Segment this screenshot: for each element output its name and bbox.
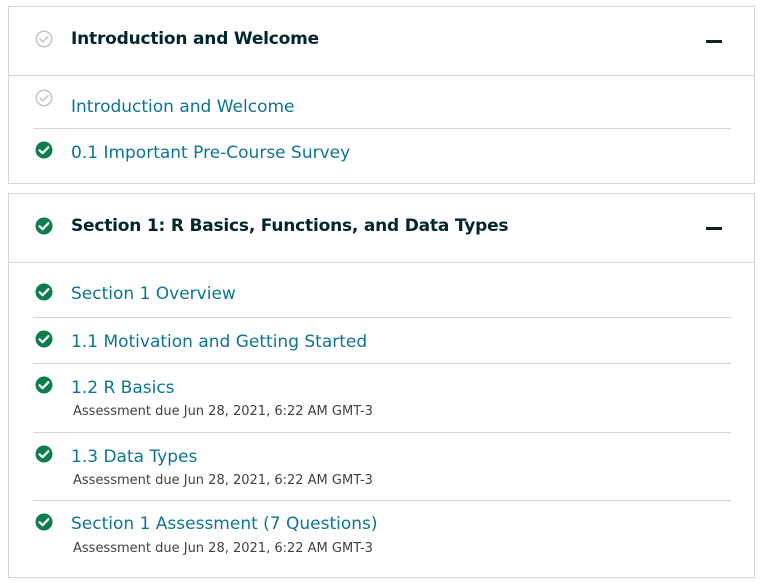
list-item[interactable]: 1.3 Data Types Assessment due Jun 28, 20… (33, 433, 731, 501)
section-header[interactable]: Section 1: R Basics, Functions, and Data… (9, 194, 754, 263)
list-item[interactable]: 1.2 R Basics Assessment due Jun 28, 2021… (33, 364, 731, 433)
unit-link[interactable]: 1.2 R Basics (71, 378, 175, 398)
minus-icon[interactable] (706, 227, 722, 230)
due-date: Assessment due Jun 28, 2021, 6:22 AM GMT… (73, 473, 373, 488)
unit-link[interactable]: 0.1 Important Pre-Course Survey (71, 143, 350, 163)
list-item[interactable]: Section 1 Overview (33, 263, 731, 318)
unit-link[interactable]: Introduction and Welcome (71, 97, 295, 117)
due-date: Assessment due Jun 28, 2021, 6:22 AM GMT… (73, 541, 373, 556)
complete-check-icon (35, 376, 53, 394)
complete-check-icon (35, 283, 53, 301)
complete-check-icon (35, 513, 53, 531)
incomplete-check-icon (35, 30, 53, 48)
course-section-1: Section 1: R Basics, Functions, and Data… (8, 193, 755, 578)
section-header[interactable]: Introduction and Welcome (9, 7, 754, 76)
unit-list: Introduction and Welcome 0.1 Important P… (33, 76, 731, 183)
unit-link[interactable]: Section 1 Overview (71, 284, 236, 304)
list-item[interactable]: 1.1 Motivation and Getting Started (33, 318, 731, 364)
list-item[interactable]: Introduction and Welcome (33, 76, 731, 129)
unit-list: Section 1 Overview 1.1 Motivation and Ge… (33, 263, 731, 569)
complete-check-icon (35, 330, 53, 348)
section-title: Introduction and Welcome (71, 29, 319, 49)
due-date: Assessment due Jun 28, 2021, 6:22 AM GMT… (73, 404, 373, 419)
minus-icon[interactable] (706, 40, 722, 43)
unit-link[interactable]: 1.1 Motivation and Getting Started (71, 332, 367, 352)
incomplete-check-icon (35, 89, 53, 107)
complete-check-icon (35, 445, 53, 463)
course-section-introduction: Introduction and Welcome Introduction an… (8, 6, 755, 184)
unit-link[interactable]: 1.3 Data Types (71, 447, 197, 467)
list-item[interactable]: Section 1 Assessment (7 Questions) Asses… (33, 501, 731, 569)
list-item[interactable]: 0.1 Important Pre-Course Survey (33, 129, 731, 183)
complete-check-icon (35, 141, 53, 159)
complete-check-icon (35, 217, 53, 235)
section-title: Section 1: R Basics, Functions, and Data… (71, 216, 509, 236)
unit-link[interactable]: Section 1 Assessment (7 Questions) (71, 514, 378, 534)
